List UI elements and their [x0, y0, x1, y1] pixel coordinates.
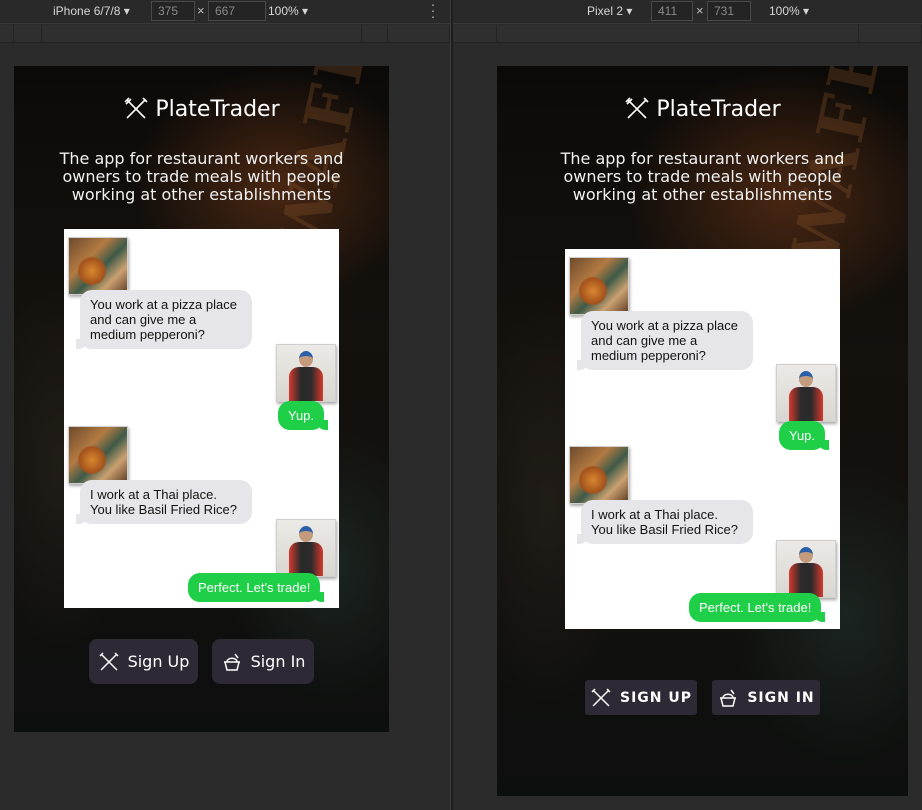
brand-name: PlateTrader [155, 96, 280, 122]
media-query-ruler [0, 25, 450, 43]
message-bubble-out: Perfect. Let's trade! [188, 573, 325, 602]
sign-in-button[interactable]: Sign In [212, 639, 314, 684]
left-device-pane: iPhone 6/7/8 ▾ 375 × 667 100% ▾ · · · WAFE… [0, 0, 450, 810]
height-input[interactable]: 667 [208, 1, 266, 21]
message-bubble-in: You work at a pizza place and can give m… [76, 290, 252, 349]
brand-name: PlateTrader [656, 96, 781, 122]
message-bubble-out: Perfect. Let's trade! [689, 593, 826, 622]
message-bubble-in: I work at a Thai place. You like Basil F… [76, 480, 252, 524]
device-toolbar: iPhone 6/7/8 ▾ 375 × 667 100% ▾ · · · [0, 0, 450, 24]
dimension-separator: × [197, 3, 205, 18]
message-bubble-out: Yup. [779, 421, 830, 450]
device-viewport: WAFELS PlateTrader The app for restauran… [14, 66, 389, 732]
zoom-select[interactable]: 100% ▾ [268, 4, 308, 18]
right-device-pane: Pixel 2 ▾ 411 × 731 100% ▾ WAFELS PlateT… [453, 0, 922, 810]
brand-header: PlateTrader [497, 96, 908, 126]
food-avatar [569, 446, 629, 504]
food-avatar [68, 426, 128, 484]
crossed-fork-knife-icon [625, 97, 649, 119]
device-viewport: WAFELS PlateTrader The app for restauran… [497, 66, 908, 796]
media-query-ruler [453, 25, 922, 43]
fork-knife-icon [591, 687, 611, 707]
food-avatar [569, 257, 629, 315]
width-input[interactable]: 411 [651, 1, 693, 21]
person-avatar [276, 519, 336, 577]
message-bubble-in: You work at a pizza place and can give m… [577, 311, 753, 370]
person-avatar [776, 364, 836, 422]
width-input[interactable]: 375 [151, 1, 195, 21]
takeout-food-icon [223, 653, 240, 671]
device-select[interactable]: iPhone 6/7/8 ▾ [53, 4, 130, 18]
kebab-menu-icon[interactable]: · · · [430, 0, 436, 23]
sign-up-button[interactable]: SIGN UP [585, 680, 697, 715]
message-bubble-in: I work at a Thai place. You like Basil F… [577, 500, 753, 544]
chat-preview: You work at a pizza place and can give m… [64, 229, 339, 608]
device-select[interactable]: Pixel 2 ▾ [587, 4, 632, 18]
person-avatar [776, 540, 836, 598]
fork-knife-icon [99, 651, 119, 671]
sign-up-button[interactable]: Sign Up [89, 639, 198, 684]
takeout-food-icon [720, 689, 737, 707]
dimension-separator: × [696, 3, 704, 18]
brand-header: PlateTrader [14, 96, 389, 126]
height-input[interactable]: 731 [707, 1, 751, 21]
tagline: The app for restaurant workers and owner… [560, 149, 845, 204]
crossed-fork-knife-icon [124, 97, 148, 119]
message-bubble-out: Yup. [278, 401, 329, 430]
tagline: The app for restaurant workers and owner… [59, 149, 344, 204]
food-avatar [68, 237, 128, 295]
chat-preview: You work at a pizza place and can give m… [565, 249, 840, 629]
device-toolbar: Pixel 2 ▾ 411 × 731 100% ▾ [453, 0, 922, 24]
person-avatar [276, 344, 336, 402]
zoom-select[interactable]: 100% ▾ [769, 4, 809, 18]
sign-in-button[interactable]: SIGN IN [712, 680, 820, 715]
